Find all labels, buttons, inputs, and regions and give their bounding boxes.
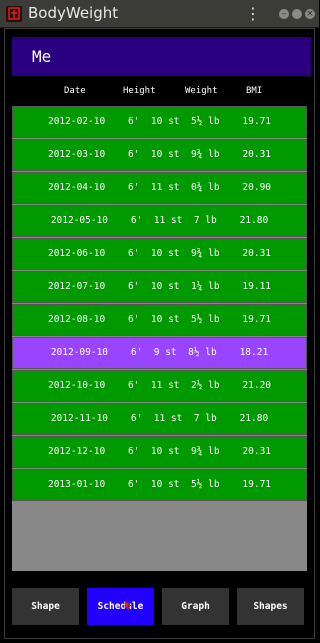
graph-button[interactable]: Graph (162, 588, 229, 625)
list-item[interactable]: 2012-02-10 6' 10 st 5½ lb 19.71 (12, 106, 307, 138)
column-header-weight: Weight (185, 86, 218, 96)
list-item-selected[interactable]: 2012-09-10 6' 9 st 8½ lb 18.21 (12, 337, 307, 369)
list-item[interactable]: 2012-07-10 6' 10 st 1¼ lb 19.11 (12, 271, 307, 303)
column-header-bmi: BMI (246, 86, 263, 96)
list-item[interactable]: 2013-01-10 6' 10 st 5½ lb 19.71 (12, 469, 307, 501)
column-header-height: Height (123, 86, 156, 96)
maximize-icon[interactable] (292, 9, 302, 19)
list-item-text: 2012-04-10 6' 11 st 0¾ lb 20.90 (47, 182, 272, 193)
profile-name: Me (32, 47, 52, 66)
list-item[interactable]: 2012-12-10 6' 10 st 9¾ lb 20.31 (12, 436, 307, 468)
column-headers: Date Height Weight BMI (12, 86, 307, 100)
list-item[interactable]: 2012-11-10 6' 11 st 7 lb 21.80 (12, 403, 307, 435)
window-title: BodyWeight (28, 4, 119, 22)
profile-header[interactable]: Me (12, 37, 311, 76)
kebab-menu-icon[interactable]: ⋮ (245, 4, 261, 24)
list-item-text: 2012-07-10 6' 10 st 1¼ lb 19.11 (47, 281, 272, 292)
schedule-button[interactable]: Schedule (87, 588, 154, 625)
list-item-text: 2012-08-10 6' 10 st 5½ lb 19.71 (47, 314, 272, 325)
list-item-text: 2012-03-10 6' 10 st 9¾ lb 20.31 (47, 149, 272, 160)
list-item[interactable]: 2012-03-10 6' 10 st 9¾ lb 20.31 (12, 139, 307, 171)
list-item-text: 2012-11-10 6' 11 st 7 lb 21.80 (50, 413, 269, 424)
list-item-text: 2012-10-10 6' 11 st 2½ lb 21.20 (47, 380, 272, 391)
list-item[interactable]: 2012-06-10 6' 10 st 9¾ lb 20.31 (12, 238, 307, 270)
title-bar: BodyWeight ⋮ – × (0, 0, 319, 28)
shapes-button[interactable]: Shapes (237, 588, 304, 625)
list-item[interactable]: 2012-05-10 6' 11 st 7 lb 21.80 (12, 205, 307, 237)
list-item-text: 2012-12-10 6' 10 st 9¾ lb 20.31 (47, 446, 272, 457)
list-item-text: 2013-01-10 6' 10 st 5½ lb 19.71 (47, 479, 272, 490)
list-item[interactable]: 2012-10-10 6' 11 st 2½ lb 21.20 (12, 370, 307, 402)
column-header-date: Date (64, 86, 86, 96)
list-item[interactable]: 2012-08-10 6' 10 st 5½ lb 19.71 (12, 304, 307, 336)
list-item[interactable]: 2012-04-10 6' 11 st 0¾ lb 20.90 (12, 172, 307, 204)
list-item-text: 2012-06-10 6' 10 st 9¾ lb 20.31 (47, 248, 272, 259)
bottom-nav: Shape Schedule Graph Shapes (12, 588, 307, 625)
close-icon[interactable]: × (305, 9, 315, 19)
list-item-text: 2012-05-10 6' 11 st 7 lb 21.80 (50, 215, 269, 226)
minimize-icon[interactable]: – (279, 9, 289, 19)
entries-list[interactable]: 2012-02-10 6' 10 st 5½ lb 19.71 2012-03-1… (12, 106, 307, 571)
list-item-text: 2012-09-10 6' 9 st 8½ lb 18.21 (50, 347, 269, 358)
shape-button[interactable]: Shape (12, 588, 79, 625)
app-icon (6, 6, 22, 22)
list-item-text: 2012-02-10 6' 10 st 5½ lb 19.71 (47, 116, 272, 127)
